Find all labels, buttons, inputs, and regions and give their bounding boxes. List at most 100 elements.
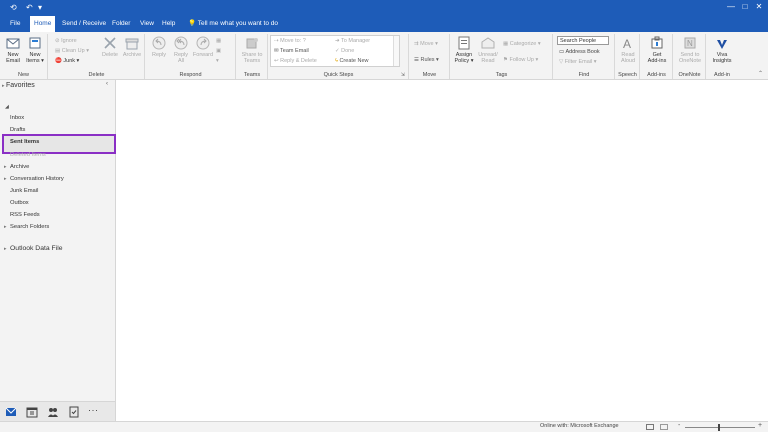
quick-steps-scroll[interactable] xyxy=(393,36,399,66)
group-label-move: Move xyxy=(422,72,437,78)
data-file-expander-icon[interactable]: ▸ xyxy=(4,246,7,252)
group-onenote: N Send to OneNote OneNote xyxy=(674,34,706,79)
reply-icon xyxy=(152,36,166,50)
viva-insights-button[interactable]: Viva Insights xyxy=(711,36,733,64)
maximize-button[interactable]: □ xyxy=(740,2,750,12)
clean-up-button[interactable]: ▤ Clean Up ▾ xyxy=(55,47,89,55)
qs-move-to[interactable]: ⇢ Move to: ? xyxy=(274,37,306,45)
minimize-button[interactable]: — xyxy=(726,2,736,12)
unread-read-button[interactable]: Unread/Read xyxy=(477,36,499,64)
ignore-button[interactable]: ⊘ Ignore xyxy=(55,37,77,45)
calendar-icon[interactable] xyxy=(26,406,38,418)
conversation-history-expander-icon[interactable]: ▸ xyxy=(4,176,7,182)
folder-conversation-history[interactable]: Conversation History xyxy=(10,176,64,182)
read-aloud-icon: A xyxy=(623,37,631,50)
meeting-icon: ▦ xyxy=(216,38,222,44)
zoom-in-button[interactable]: + xyxy=(758,422,762,429)
follow-up-button[interactable]: ⚑ Follow Up ▾ xyxy=(503,56,538,64)
group-label-teams: Teams xyxy=(243,72,261,78)
archive-box-icon xyxy=(125,38,139,50)
im-reply-button[interactable]: ▣ xyxy=(216,47,221,55)
zoom-slider-track[interactable] xyxy=(685,427,755,428)
address-book-button[interactable]: ▭ Address Book xyxy=(559,48,600,56)
tab-view[interactable]: View xyxy=(136,16,158,32)
group-add-ins: Get Add-ins Add-ins xyxy=(641,34,673,79)
tell-me-box[interactable]: 💡 Tell me what you want to do xyxy=(188,16,278,32)
reply-all-button[interactable]: Reply All xyxy=(170,36,192,64)
dialog-launcher-icon[interactable]: ⇲ xyxy=(401,72,405,78)
tab-send-receive[interactable]: Send / Receive xyxy=(58,16,110,32)
folder-junk-email[interactable]: Junk Email xyxy=(10,188,38,194)
folder-archive[interactable]: Archive xyxy=(10,164,29,170)
viva-insights-icon xyxy=(717,40,727,49)
send-receive-icon[interactable]: ⟲ xyxy=(10,3,17,13)
qs-reply-delete[interactable]: ↩ Reply & Delete xyxy=(274,57,317,65)
move-button[interactable]: ⇉ Move ▾ xyxy=(414,40,438,48)
assign-policy-button[interactable]: Assign Policy ▾ xyxy=(453,36,475,64)
people-icon[interactable] xyxy=(47,406,59,418)
qs-team-email[interactable]: ✉ Team Email xyxy=(274,47,309,55)
collapse-ribbon-icon[interactable]: ⌃ xyxy=(758,70,763,77)
tab-help[interactable]: Help xyxy=(158,16,179,32)
tab-file[interactable]: File xyxy=(6,16,24,32)
favorites-header[interactable]: Favorites xyxy=(6,82,35,89)
delete-button[interactable]: Delete xyxy=(99,36,121,58)
group-label-onenote: OneNote xyxy=(678,72,701,78)
team-email-icon: ✉ xyxy=(274,48,279,54)
get-add-ins-button[interactable]: Get Add-ins xyxy=(646,36,668,64)
rules-button[interactable]: ☰ Rules ▾ xyxy=(414,56,439,64)
forward-button[interactable]: Forward xyxy=(192,36,214,58)
rules-icon: ☰ xyxy=(414,57,419,63)
qs-to-manager[interactable]: ➜ To Manager xyxy=(335,37,370,45)
search-folders-expander-icon[interactable]: ▸ xyxy=(4,224,7,230)
close-button[interactable]: ✕ xyxy=(754,2,764,12)
undo-icon[interactable]: ↶ xyxy=(26,3,33,13)
more-respond-button[interactable]: ▾ xyxy=(216,57,219,65)
message-list-area[interactable] xyxy=(117,80,768,421)
folder-rss-feeds[interactable]: RSS Feeds xyxy=(10,212,40,218)
group-label-quick-steps: Quick Steps xyxy=(323,72,354,78)
zoom-out-button[interactable]: - xyxy=(678,422,680,429)
filter-email-button[interactable]: ▽ Filter Email ▾ xyxy=(559,58,597,66)
qs-done[interactable]: ✓ Done xyxy=(335,47,354,55)
folder-deleted-items[interactable]: Deleted Items xyxy=(10,152,46,158)
folder-search-folders[interactable]: Search Folders xyxy=(10,224,49,230)
tab-folder[interactable]: Folder xyxy=(108,16,134,32)
group-viva: Viva Insights Add-in xyxy=(707,34,737,79)
reply-button[interactable]: Reply xyxy=(148,36,170,58)
folder-outbox[interactable]: Outbox xyxy=(10,200,29,206)
read-aloud-button[interactable]: A Read Aloud xyxy=(617,36,639,64)
archive-expander-icon[interactable]: ▸ xyxy=(4,164,7,170)
qs-create-new[interactable]: ϟ Create New xyxy=(335,57,369,65)
more-apps-icon[interactable]: ··· xyxy=(88,405,99,415)
archive-button[interactable]: Archive xyxy=(121,36,143,58)
mail-icon[interactable] xyxy=(5,406,17,418)
account-expander-icon[interactable]: ◢ xyxy=(5,104,9,110)
tab-home[interactable]: Home xyxy=(30,16,56,32)
meeting-reply-button[interactable]: ▦ xyxy=(216,37,221,45)
tasks-icon[interactable] xyxy=(68,406,80,418)
lightning-icon: ϟ xyxy=(335,58,338,64)
zoom-slider-thumb[interactable] xyxy=(718,424,720,431)
favorites-expander-icon[interactable]: ▸ xyxy=(2,83,5,89)
search-people-input[interactable]: Search People xyxy=(557,36,609,45)
collapse-pane-icon[interactable]: ‹ xyxy=(106,81,108,87)
share-to-teams-button[interactable]: Share to Teams xyxy=(241,36,263,64)
junk-button[interactable]: ⛔ Junk ▾ xyxy=(55,57,79,65)
outlook-data-file[interactable]: Outlook Data File xyxy=(10,245,63,252)
clean-up-icon: ▤ xyxy=(55,48,61,54)
address-book-icon: ▭ xyxy=(559,49,565,55)
normal-view-button[interactable] xyxy=(646,424,654,430)
folder-drafts[interactable]: Drafts xyxy=(10,127,25,133)
to-manager-icon: ➜ xyxy=(335,38,340,44)
new-email-button[interactable]: New Email xyxy=(2,36,24,64)
customize-qat-icon[interactable]: ▾ xyxy=(38,3,42,13)
folder-sent-items[interactable]: Sent Items xyxy=(10,139,39,145)
folder-inbox[interactable]: Inbox xyxy=(10,115,24,121)
new-items-button[interactable]: New Items ▾ xyxy=(24,36,46,64)
group-delete: ⊘ Ignore ▤ Clean Up ▾ ⛔ Junk ▾ Delete Ar… xyxy=(49,34,145,79)
group-label-add-ins: Add-ins xyxy=(647,72,666,78)
send-to-onenote-button[interactable]: N Send to OneNote xyxy=(679,36,701,64)
categorize-button[interactable]: ▦ Categorize ▾ xyxy=(503,40,541,48)
reading-view-button[interactable] xyxy=(660,424,668,430)
